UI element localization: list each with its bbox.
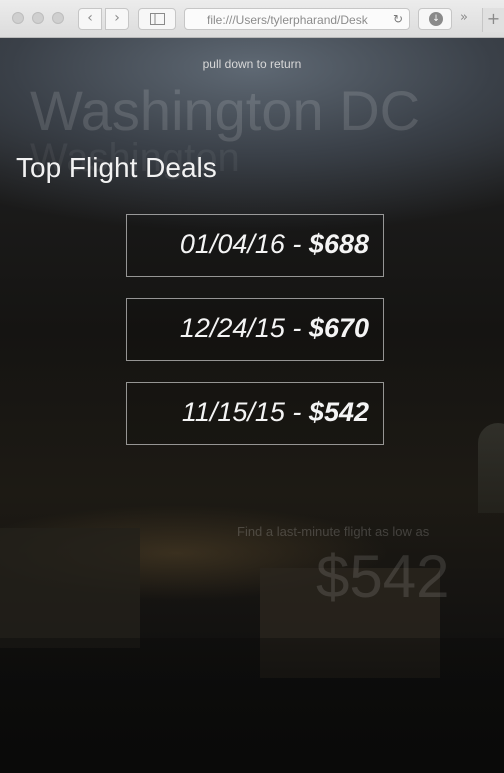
overflow-icon[interactable]: » (460, 10, 468, 25)
background-building (0, 528, 140, 648)
zoom-window-button[interactable] (52, 12, 64, 24)
deal-separator: - (284, 313, 309, 343)
deal-date: 12/24/15 (179, 313, 285, 343)
forward-button[interactable]: › (105, 8, 129, 30)
plus-icon: + (486, 9, 501, 28)
deal-card[interactable]: 12/24/15 - $670 (126, 298, 384, 361)
background-dome (478, 423, 504, 513)
section-title: Top Flight Deals (16, 152, 217, 183)
deal-price: $542 (308, 397, 369, 427)
download-icon: ↓ (429, 12, 443, 26)
background-price: $542 (316, 543, 450, 610)
close-window-button[interactable] (12, 12, 24, 24)
deal-date: 11/15/15 (181, 397, 285, 427)
deal-separator: - (284, 397, 309, 427)
address-bar[interactable]: file:///Users/tylerpharand/Desk ↻ (184, 8, 410, 30)
deal-card[interactable]: 11/15/15 - $542 (126, 382, 384, 445)
page-viewport: Washington DC Washington pull down to re… (0, 38, 504, 773)
background-tagline: Find a last-minute flight as low as (237, 524, 430, 539)
downloads-button[interactable]: ↓ (418, 8, 452, 30)
deal-date: 01/04/16 (179, 229, 285, 259)
deal-price: $670 (308, 313, 369, 343)
new-tab-button[interactable]: + (482, 8, 504, 32)
background-trees (0, 638, 504, 773)
chevron-right-icon: › (114, 10, 120, 26)
sidebar-toggle-button[interactable] (138, 8, 176, 30)
deal-separator: - (284, 229, 309, 259)
reload-icon[interactable]: ↻ (393, 12, 403, 26)
background-city-title: Washington DC (30, 79, 421, 142)
deal-price: $688 (308, 229, 369, 259)
chevron-left-icon: ‹ (87, 10, 93, 26)
url-text[interactable]: file:///Users/tylerpharand/Desk (207, 13, 377, 27)
deal-card[interactable]: 01/04/16 - $688 (126, 214, 384, 277)
back-button[interactable]: ‹ (78, 8, 102, 30)
minimize-window-button[interactable] (32, 12, 44, 24)
pull-down-hint: pull down to return (202, 57, 302, 71)
browser-toolbar: ‹ › file:///Users/tylerpharand/Desk ↻ ↓ … (0, 0, 504, 38)
sidebar-icon (150, 13, 165, 25)
